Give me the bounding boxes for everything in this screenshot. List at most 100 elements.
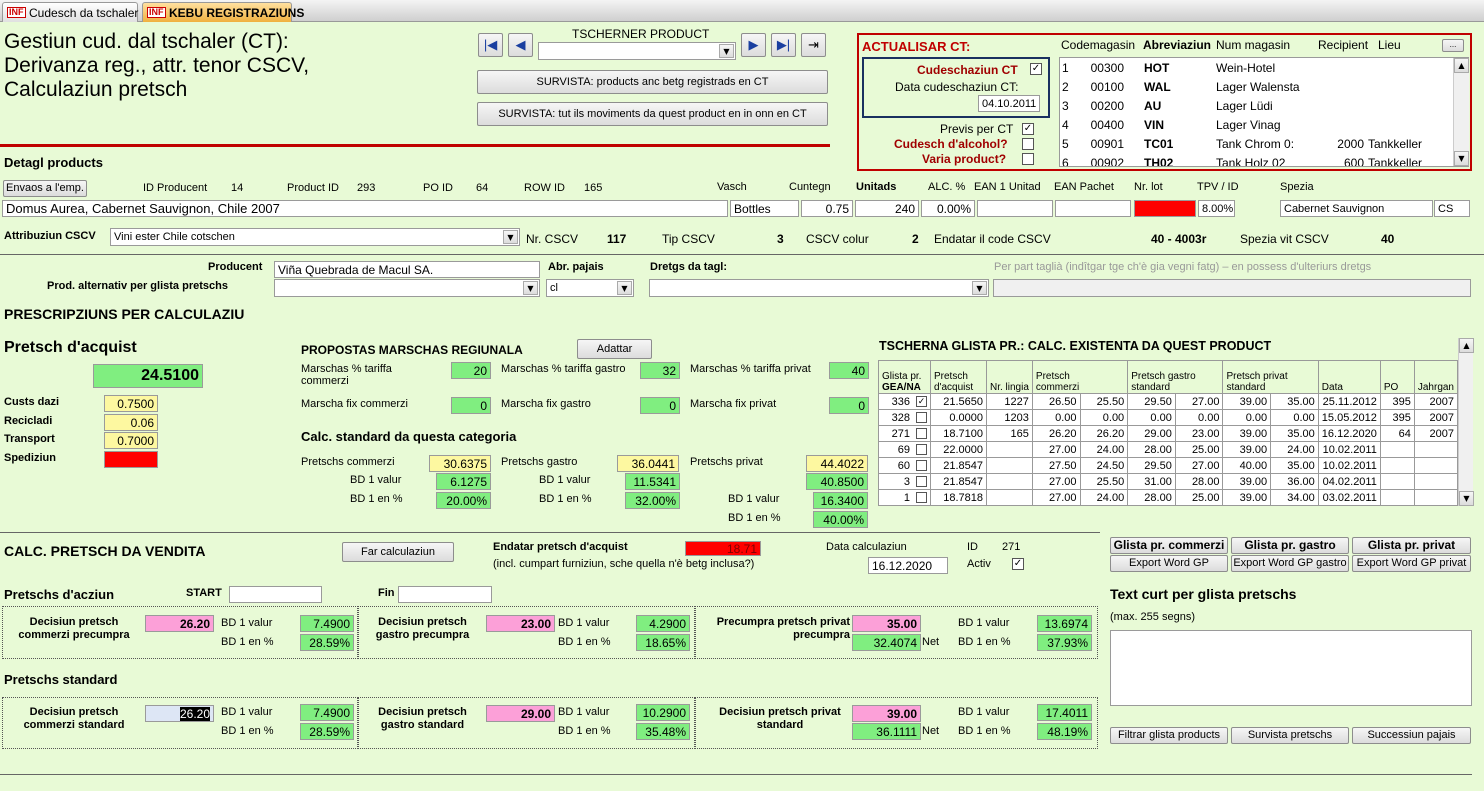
marsch-comm-input[interactable]: 20 — [451, 362, 491, 379]
vasch-input[interactable]: Bottles — [730, 200, 799, 217]
export-word-gp-button[interactable]: Export Word GP — [1110, 555, 1228, 572]
list-item[interactable]: 1 00300 HOT Wein-Hotel — [1060, 58, 1446, 77]
ean1-input[interactable] — [977, 200, 1053, 217]
attr-select[interactable]: Vini ester Chile cotschen ▼ — [110, 228, 520, 246]
survista-unregistered-button[interactable]: SURVISTA: products anc betg registrads e… — [477, 70, 828, 94]
row-checkbox[interactable] — [916, 492, 927, 504]
alcohol-checkbox[interactable] — [1022, 138, 1034, 150]
scroll-up-icon[interactable]: ▲ — [1454, 58, 1469, 73]
aczi-g-input[interactable]: 23.00 — [486, 615, 555, 632]
envoi-button[interactable]: Envaos a l'emp. — [3, 180, 87, 197]
first-record-button[interactable]: |◀ — [478, 33, 503, 57]
list-item[interactable]: 5 00901 TC01 Tank Chrom 0: 2000 Tankkeller — [1060, 134, 1446, 153]
last-record-button[interactable]: ▶| — [771, 33, 796, 57]
product-select[interactable]: ▼ — [538, 42, 736, 60]
row-checkbox[interactable] — [916, 428, 927, 440]
tpv-input[interactable]: 8.00% — [1198, 200, 1235, 217]
next-record-button[interactable]: ▶ — [741, 33, 766, 57]
row-checkbox[interactable] — [916, 460, 927, 472]
fix-comm-input[interactable]: 0 — [451, 397, 491, 414]
transport-input[interactable]: 0.7000 — [104, 432, 158, 449]
glista-gastro-button[interactable]: Glista pr. gastro — [1231, 537, 1349, 554]
std-g-bd-valur: 10.2900 — [636, 704, 690, 721]
glista-table[interactable]: Glista pr. GEA/NA Pretsch d'acquist Nr. li… — [878, 360, 1458, 506]
row-checkbox[interactable] — [916, 412, 927, 424]
table-row[interactable]: 336 ✓ 21.5650 1227 26.50 25.50 29.50 27.00 39.00… — [878, 393, 1458, 410]
successiun-button[interactable]: Successiun pajais — [1352, 727, 1471, 744]
export-word-gastro-button[interactable]: Export Word GP gastro — [1231, 555, 1349, 572]
previs-checkbox[interactable]: ✓ — [1022, 123, 1034, 135]
prev-record-button[interactable]: ◀ — [508, 33, 533, 57]
chevron-down-icon: ▼ — [972, 281, 987, 295]
product-name-input[interactable]: Domus Aurea, Cabernet Sauvignon, Chile 2… — [2, 200, 728, 217]
varia-checkbox[interactable] — [1022, 153, 1034, 165]
list-item[interactable]: 4 00400 VIN Lager Vinag — [1060, 115, 1446, 134]
cudeschaziun-checkbox[interactable]: ✓ — [1030, 63, 1042, 75]
text-curt-input[interactable] — [1110, 630, 1472, 706]
list-item[interactable]: 3 00200 AU Lager Lüdi — [1060, 96, 1446, 115]
table-row[interactable]: 328 0.0000 1203 0.00 0.00 0.00 0.00 0.00 0.00 15.… — [878, 409, 1458, 426]
fin-input[interactable] — [398, 586, 492, 603]
std-c-input[interactable]: 26.20 — [145, 705, 214, 722]
far-calc-button[interactable]: Far calculaziun — [342, 542, 454, 562]
list-item[interactable]: 2 00100 WAL Lager Walensta — [1060, 77, 1446, 96]
acquist-value[interactable]: 24.5100 — [93, 364, 203, 388]
more-button[interactable]: ... — [1442, 39, 1464, 52]
spezia-code-input[interactable]: CS — [1434, 200, 1470, 217]
glista-commerzi-button[interactable]: Glista pr. commerzi — [1110, 537, 1228, 554]
survista-movements-button[interactable]: SURVISTA: tut ils moviments da quest pro… — [477, 102, 828, 126]
magasin-list[interactable]: 1 00300 HOT Wein-Hotel 2 00100 WAL Lager Walens… — [1059, 57, 1469, 167]
magasin-scrollbar[interactable]: ▲ ▼ — [1453, 58, 1469, 166]
spediziun-input[interactable] — [104, 451, 158, 468]
table-row[interactable]: 1 18.7818 27.00 24.00 28.00 25.00 39.00 34.00 03… — [878, 489, 1458, 506]
glista-privat-button[interactable]: Glista pr. privat — [1352, 537, 1471, 554]
activ-checkbox[interactable]: ✓ — [1012, 558, 1024, 570]
exit-icon[interactable]: ⇥ — [801, 33, 826, 57]
cell-j: 2007 — [1413, 393, 1458, 410]
recic-input[interactable]: 0.06 — [104, 414, 158, 431]
std-p-input[interactable]: 39.00 — [852, 705, 921, 722]
lot-input[interactable] — [1134, 200, 1196, 217]
endatar-acquist-input[interactable]: 18.71 — [685, 541, 761, 556]
data-calc-input[interactable]: 16.12.2020 — [868, 557, 948, 574]
row-checkbox[interactable]: ✓ — [916, 396, 927, 408]
producent-input[interactable]: Viña Quebrada de Macul SA. — [274, 261, 540, 278]
alc-input[interactable]: 0.00% — [921, 200, 975, 217]
dretgs-input[interactable] — [993, 279, 1471, 297]
scroll-up-icon[interactable]: ▲ — [1459, 338, 1474, 353]
abr-pajais-select[interactable]: cl ▼ — [546, 279, 634, 297]
scroll-down-icon[interactable]: ▼ — [1459, 491, 1474, 506]
adattar-button[interactable]: Adattar — [577, 339, 652, 359]
table-row[interactable]: 3 21.8547 27.00 25.50 31.00 28.00 39.00 36.00 04… — [878, 473, 1458, 490]
table-row[interactable]: 271 18.7100 165 26.20 26.20 29.00 23.00 39.00 35… — [878, 425, 1458, 442]
aczi-p-input[interactable]: 35.00 — [852, 615, 921, 632]
survista-pretschs-button[interactable]: Survista pretschs — [1231, 727, 1349, 744]
eanp-input[interactable] — [1055, 200, 1131, 217]
data-cud-input[interactable]: 04.10.2011 — [978, 95, 1040, 112]
dazi-input[interactable]: 0.7500 — [104, 395, 158, 412]
scroll-down-icon[interactable]: ▼ — [1454, 151, 1469, 166]
alt-producent-select[interactable]: ▼ — [274, 279, 540, 297]
marsch-gastro-input[interactable]: 32 — [640, 362, 680, 379]
table-row[interactable]: 60 21.8547 27.50 24.50 29.50 27.00 40.00 35.00 1… — [878, 457, 1458, 474]
marsch-priv-input[interactable]: 40 — [829, 362, 869, 379]
start-input[interactable] — [229, 586, 322, 603]
table-row[interactable]: 69 22.0000 27.00 24.00 28.00 25.00 39.00 24.00 1… — [878, 441, 1458, 458]
list-item[interactable]: 6 00902 TH02 Tank Holz 02 600 Tankkeller — [1060, 153, 1446, 167]
cell-c2: 0.00 — [1079, 409, 1129, 426]
row-checkbox[interactable] — [916, 444, 927, 456]
filtrar-button[interactable]: Filtrar glista products — [1110, 727, 1228, 744]
fix-gastro-input[interactable]: 0 — [640, 397, 680, 414]
row-checkbox[interactable] — [916, 476, 927, 488]
tab-kebu[interactable]: INF KEBU REGISTRAZIUNS — [142, 2, 304, 22]
dretgs-select[interactable]: ▼ — [649, 279, 989, 297]
spezia-input[interactable]: Cabernet Sauvignon — [1280, 200, 1433, 217]
glista-scrollbar[interactable]: ▲ ▼ — [1458, 338, 1474, 506]
std-g-input[interactable]: 29.00 — [486, 705, 555, 722]
cuntegn-input[interactable]: 0.75 — [801, 200, 853, 217]
fix-priv-input[interactable]: 0 — [829, 397, 869, 414]
tab-cudesch[interactable]: INF Cudesch da tschaler — [2, 2, 138, 22]
unitads-input[interactable]: 240 — [855, 200, 919, 217]
export-word-privat-button[interactable]: Export Word GP privat — [1352, 555, 1471, 572]
aczi-c-input[interactable]: 26.20 — [145, 615, 214, 632]
